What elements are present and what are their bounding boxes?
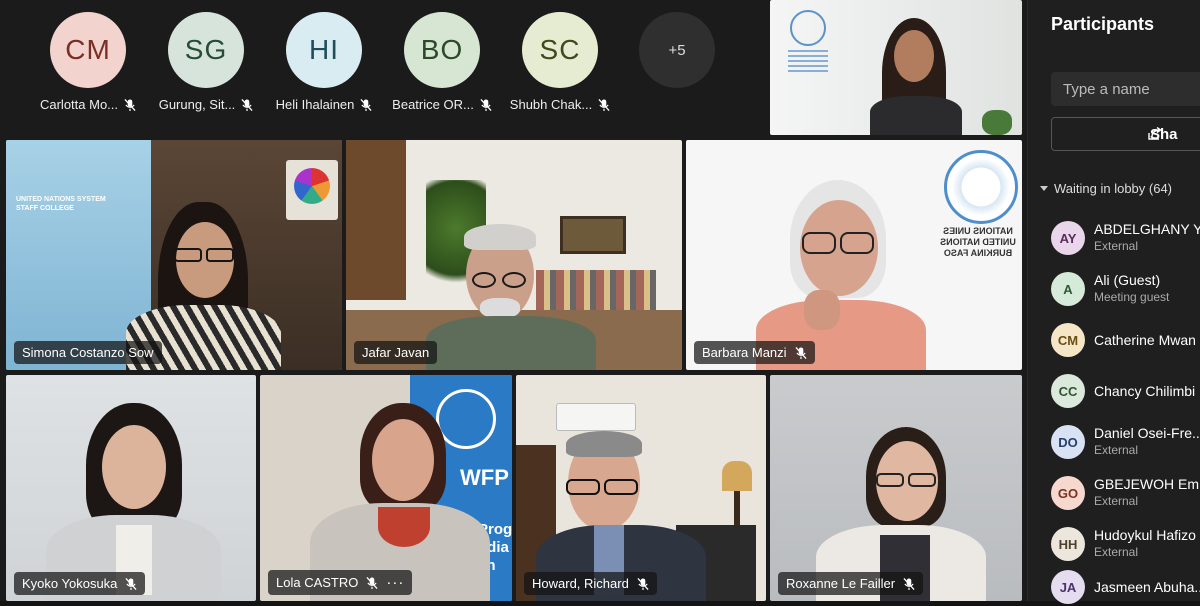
participant-name-label: Simona Costanzo Sow [14,341,162,364]
participant-name: Jasmeen Abuha... [1094,579,1200,595]
mic-off-icon [794,346,807,360]
video-tile[interactable]: Jafar Javan [346,140,682,370]
list-item[interactable]: CC Chancy Chilimbi [1051,370,1200,410]
avatar: CM [50,12,126,88]
panel-title: Participants [1051,14,1155,34]
avatar: GO [1051,476,1085,510]
participant-avatar[interactable]: HI Heli Ihalainen [265,12,383,112]
list-item[interactable]: A Ali (Guest) Meeting guest [1051,268,1200,308]
share-invite-button[interactable]: Sha [1051,117,1200,151]
avatar: CM [1051,323,1085,357]
participant-name: Carlotta Mo... [39,97,119,112]
participant-name-label: Kyoko Yokosuka [14,572,146,595]
lobby-label: Waiting in lobby (64) [1054,181,1173,196]
mic-off-icon [241,98,254,112]
participant-name: Daniel Osei-Fre... [1094,425,1200,441]
backdrop-text: UNITED NATIONS SYSTEM STAFF COLLEGE [16,196,106,212]
video-tile[interactable]: Kyoko Yokosuka [6,375,256,601]
participant-name-label: Lola CASTRO ··· [268,570,413,595]
mic-off-icon [366,576,379,590]
mic-off-icon [480,98,492,112]
participant-status: Meeting guest [1094,290,1170,304]
participant-name-label: Barbara Manzi [694,341,815,364]
participant-name: Heli Ihalainen [275,97,355,112]
avatar: JA [1051,570,1085,604]
mic-off-icon [125,577,138,591]
participant-name: Shubh Chak... [509,97,593,112]
avatar: CC [1051,374,1085,408]
video-tile[interactable]: Roxanne Le Failler [770,375,1022,601]
mic-off-icon [124,98,136,112]
avatar: HI [286,12,362,88]
participant-avatar[interactable]: SG Gurung, Sit... [147,12,265,112]
participant-name: Gurung, Sit... [158,97,236,112]
mic-off-icon [598,98,610,112]
avatar: BO [404,12,480,88]
un-logo [944,150,1018,224]
list-item[interactable]: GO GBEJEWOH Em... External [1051,472,1200,512]
more-options-icon[interactable]: ··· [386,574,404,591]
mic-off-icon [903,577,915,591]
participant-name: Beatrice OR... [392,97,474,112]
backdrop-text: WFP [460,465,509,490]
participant-avatar[interactable]: CM Carlotta Mo... [29,12,147,112]
video-tile[interactable]: UNITED NATIONS SYSTEM STAFF COLLEGE Simo… [6,140,342,370]
participant-avatar[interactable]: SC Shubh Chak... [501,12,619,112]
video-tile-self[interactable] [770,0,1022,135]
participants-panel: Participants Type a name Sha Waiting in … [1027,0,1200,604]
participant-name-label: Jafar Javan [354,341,438,364]
share-icon [1148,127,1162,140]
participant-status: External [1094,494,1139,508]
participant-name: Catherine Mwan [1094,332,1196,348]
video-tile[interactable]: Howard, Richard [516,375,766,601]
avatar: SC [522,12,598,88]
participant-name: ABDELGHANY Ya [1094,221,1200,237]
participant-name: Hudoykul Hafizo [1094,527,1196,543]
list-item[interactable]: HH Hudoykul Hafizo External [1051,523,1200,563]
list-item[interactable]: DO Daniel Osei-Fre... External [1051,421,1200,461]
avatar: A [1051,272,1085,306]
avatar: DO [1051,425,1085,459]
chevron-down-icon [1040,185,1048,191]
avatar: HH [1051,527,1085,561]
mic-off-icon [360,98,373,112]
list-item[interactable]: AY ABDELGHANY Ya External [1051,217,1200,257]
meeting-stage: CM Carlotta Mo... SG Gurung, Sit... HI H… [0,0,1027,601]
lobby-section-header[interactable]: Waiting in lobby (64) [1040,181,1172,196]
video-tile[interactable]: WFP Program ndia en Lola CASTRO··· [260,375,512,601]
un-logo [790,10,826,46]
avatar: AY [1051,221,1085,255]
participant-name: GBEJEWOH Em... [1094,476,1200,492]
video-tile[interactable]: NATIONS UNIES UNITED NATIONS BURKINA FAS… [686,140,1022,370]
backdrop-text: NATIONS UNIES UNITED NATIONS BURKINA FAS… [940,226,1016,258]
list-item[interactable]: CM Catherine Mwan [1051,319,1200,359]
avatar: SG [168,12,244,88]
participant-name-label: Roxanne Le Failler [778,572,924,595]
list-item[interactable]: JA Jasmeen Abuha... [1051,566,1200,606]
audio-participants-row: CM Carlotta Mo... SG Gurung, Sit... HI H… [0,0,760,135]
participant-status: External [1094,545,1139,559]
participant-avatar[interactable]: BO Beatrice OR... [383,12,501,112]
participant-name: Ali (Guest) [1094,272,1161,288]
participant-status: External [1094,239,1139,253]
mic-off-icon [637,577,649,591]
participant-name-label: Howard, Richard [524,572,657,595]
search-input[interactable]: Type a name [1051,72,1200,106]
participant-status: External [1094,443,1139,457]
more-participants-button[interactable]: +5 [639,12,715,88]
participant-name: Chancy Chilimbi [1094,383,1196,399]
